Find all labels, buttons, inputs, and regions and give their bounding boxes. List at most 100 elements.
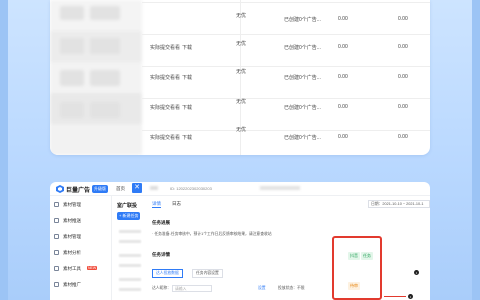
task-detail-panel: 详情 日志 日期：2021-10-10 ~ 2021-10-1 任务进展 · 任…	[146, 196, 430, 300]
status-chip: 待审	[348, 282, 360, 290]
table-cell: 无优	[236, 41, 247, 47]
sidebar-item[interactable]: 素材工具 NEW	[54, 264, 110, 274]
blurred-text	[119, 278, 141, 281]
sidebar-item[interactable]: 素材管理	[54, 232, 110, 242]
blurred-text	[260, 186, 300, 190]
promote-icon	[54, 282, 59, 287]
sidebar-item[interactable]: 素材管理	[54, 200, 110, 210]
brand-logo-icon	[56, 185, 64, 193]
upgrade-badge: 升级版	[92, 185, 108, 193]
sidebar-item-label: 素材推广	[63, 282, 81, 287]
row-divider	[142, 130, 430, 131]
blurred-thumb	[90, 102, 120, 118]
sidebar-item[interactable]: 素材分析	[54, 248, 110, 258]
table-cell: 无优	[236, 127, 247, 133]
table-cell: 已创建0个广告...	[284, 75, 321, 81]
app-window-card: 巨量广告 升级版 首页 ✕ ID: 1202202302030203 素材管理 …	[50, 182, 430, 300]
table-cell: 0.00	[398, 104, 408, 110]
download-link[interactable]: 下载	[182, 134, 192, 141]
task-list-column: 室广联投 + 新建任务	[113, 196, 145, 300]
settings-link[interactable]: 设置	[258, 286, 266, 291]
sidebar-item[interactable]: 素材推广	[54, 280, 110, 290]
sidebar-item[interactable]: 素材推送	[54, 216, 110, 226]
tool-icon	[54, 266, 59, 271]
blurred-thumb	[60, 102, 84, 118]
table-cell: 无优	[236, 13, 247, 19]
sidebar-item-label: 素材分析	[63, 250, 81, 255]
highlight-box: 抖音 任务 待审	[332, 236, 382, 300]
page-edge-right	[472, 0, 480, 300]
table-cell: 已创建0个广告...	[284, 17, 321, 23]
table-cell: 0.00	[338, 16, 348, 22]
blurred-thumb	[90, 70, 120, 86]
section-title: 任务详情	[152, 252, 170, 257]
blurred-text	[119, 264, 141, 267]
tab-detail[interactable]: 详情	[152, 201, 161, 208]
download-link[interactable]: 下载	[182, 104, 192, 111]
sidebar: 素材管理 素材推送 素材管理 素材分析 素材工具 NEW 素材推广	[50, 196, 112, 300]
material-name-link[interactable]: 实际提交看看	[150, 134, 180, 141]
brand-name: 巨量广告	[66, 188, 91, 194]
table-cell: 无优	[236, 99, 247, 105]
download-link[interactable]: 下载	[182, 44, 192, 51]
blurred-thumb	[90, 6, 120, 20]
close-icon[interactable]: ✕	[132, 183, 142, 193]
page-edge-left	[0, 0, 8, 300]
section-title: 任务进展	[152, 220, 170, 225]
blurred-text	[119, 240, 141, 243]
table-cell: 0.00	[338, 134, 348, 140]
blurred-text	[119, 230, 141, 233]
status-chip: 任务	[361, 252, 373, 260]
row-divider	[142, 66, 430, 67]
tab-log[interactable]: 日志	[172, 201, 181, 207]
input-placeholder: 请输入	[175, 287, 187, 291]
step-dot-icon: •	[408, 294, 413, 299]
tab-influencer-data[interactable]: 达人投放数据	[152, 269, 183, 278]
progress-notice: · 任务准备-任务审核中，预计1个工作日后反馈审核结果，请注意查收站	[152, 232, 272, 236]
row-divider	[142, 2, 430, 3]
step-dot-icon: •	[414, 270, 419, 275]
download-link[interactable]: 下载	[182, 74, 192, 81]
status-chip: 抖音	[348, 252, 360, 260]
material-name-link[interactable]: 实际提交看看	[150, 44, 180, 51]
status-filter[interactable]: 投放状态：不限	[278, 286, 305, 291]
table-cell: 已创建0个广告...	[284, 45, 321, 51]
material-name-link[interactable]: 实际提交看看	[150, 104, 180, 111]
tab-task-settings[interactable]: 任务内容设置	[192, 269, 223, 278]
connector-line	[384, 296, 406, 297]
table-cell: 0.00	[338, 74, 348, 80]
chart-icon	[54, 250, 59, 255]
date-range-picker[interactable]: 日期：2021-10-10 ~ 2021-10-1	[368, 200, 430, 208]
folder-icon	[54, 202, 59, 207]
nav-home-link[interactable]: 首页	[116, 186, 125, 192]
blurred-thumb	[60, 38, 84, 54]
row-divider	[142, 34, 430, 35]
blurred-thumb	[90, 38, 120, 54]
blurred-text	[150, 186, 158, 190]
new-badge: NEW	[87, 266, 98, 270]
blurred-thumb	[60, 6, 84, 20]
row-divider	[142, 98, 430, 99]
column-title: 室广联投	[117, 203, 138, 209]
blurred-thumb	[60, 70, 84, 86]
table-cell: 0.00	[398, 16, 408, 22]
blurred-text	[119, 288, 141, 291]
material-name-link[interactable]: 实际提交看看	[150, 74, 180, 81]
table-cell: 0.00	[398, 134, 408, 140]
field-label: 达人昵称：	[152, 286, 171, 290]
sidebar-item-label: 素材管理	[63, 202, 81, 207]
table-cell: 已创建0个广告...	[284, 135, 321, 141]
table-cell: 0.00	[398, 44, 408, 50]
new-task-button[interactable]: + 新建任务	[117, 212, 141, 220]
send-icon	[54, 218, 59, 223]
table-cell: 0.00	[398, 74, 408, 80]
table-cell: 0.00	[338, 104, 348, 110]
table-cell: 0.00	[338, 44, 348, 50]
sidebar-item-label: 素材工具	[63, 266, 81, 271]
blurred-thumbnail-column	[50, 0, 142, 155]
task-id-text: ID: 1202202302030203	[170, 186, 212, 191]
sidebar-item-label: 素材推送	[63, 218, 81, 223]
app-topbar: 巨量广告 升级版 首页 ✕ ID: 1202202302030203	[50, 182, 430, 196]
table-card: 无优 已创建0个广告... 0.00 0.00 实际提交看看 下载 无优 已创建…	[50, 0, 430, 155]
nickname-input[interactable]: 请输入	[172, 285, 212, 292]
